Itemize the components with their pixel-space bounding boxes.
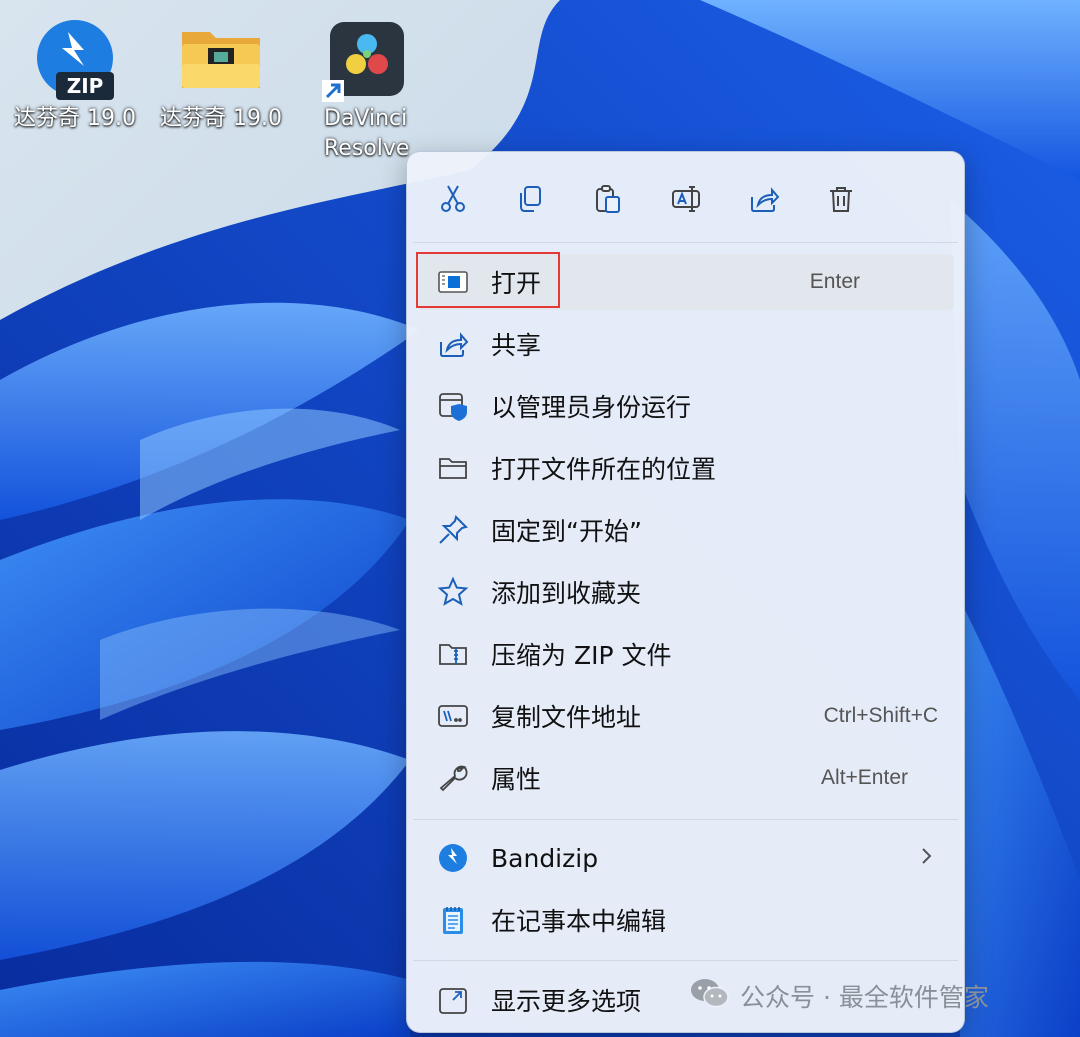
folder-icon: [435, 450, 471, 486]
pin-icon: [435, 512, 471, 548]
share-button[interactable]: [739, 174, 789, 224]
folder-icon: [178, 18, 264, 104]
menu-item-label: 压缩为 ZIP 文件: [491, 641, 672, 670]
desktop-icon-davinci[interactable]: DaVinci Resolve: [300, 18, 430, 164]
menu-item-open-file-location[interactable]: 打开文件所在的位置: [417, 440, 954, 496]
menu-item-label: 显示更多选项: [491, 987, 642, 1016]
menu-item-shortcut: Alt+Enter: [821, 766, 908, 789]
menu-item-pin-to-start[interactable]: 固定到“开始”: [417, 502, 954, 558]
more-options-icon: [435, 982, 471, 1018]
menu-item-edit-in-notepad[interactable]: 在记事本中编辑: [417, 892, 954, 948]
menu-item-label: 添加到收藏夹: [491, 579, 642, 608]
menu-item-share[interactable]: 共享: [417, 316, 954, 372]
chevron-right-icon: [920, 846, 934, 870]
annotation-highlight-box: [416, 252, 560, 308]
share-icon: [751, 187, 780, 212]
menu-item-label: 共享: [491, 331, 542, 360]
delete-icon: [830, 187, 852, 212]
menu-item-run-as-admin[interactable]: 以管理员身份运行: [417, 378, 954, 434]
desktop-icon-bandizip[interactable]: ZIP 达芬奇 19.0: [10, 18, 140, 134]
context-menu-toolbar: [407, 174, 964, 224]
menu-item-shortcut: Enter: [809, 270, 860, 293]
menu-divider: [413, 242, 958, 243]
menu-item-bandizip[interactable]: Bandizip: [417, 830, 954, 886]
menu-item-label: 属性: [491, 765, 542, 794]
menu-divider: [413, 819, 958, 820]
copy-button[interactable]: [505, 174, 555, 224]
menu-item-shortcut: Ctrl+Shift+C: [823, 704, 938, 727]
wechat-icon: [690, 976, 730, 1016]
menu-item-label: 在记事本中编辑: [491, 907, 667, 936]
menu-item-properties[interactable]: 属性 Alt+Enter: [417, 750, 954, 806]
svg-text:ZIP: ZIP: [67, 74, 104, 98]
share-icon: [435, 326, 471, 362]
menu-item-label: 固定到“开始”: [491, 517, 642, 546]
bandizip-icon: [435, 840, 471, 876]
paste-icon: [596, 185, 620, 213]
wrench-icon: [435, 760, 471, 796]
desktop-icon-label: 达芬奇 19.0: [14, 106, 136, 131]
menu-item-label: Bandizip: [491, 843, 599, 873]
watermark: 公众号 · 最全软件管家: [690, 978, 989, 1014]
menu-item-label: 以管理员身份运行: [491, 393, 692, 422]
paste-button[interactable]: [583, 174, 633, 224]
davinci-resolve-icon: [322, 18, 408, 104]
desktop-icon-folder[interactable]: 达芬奇 19.0: [156, 18, 286, 134]
watermark-text: 公众号 · 最全软件管家: [740, 983, 989, 1012]
zip-folder-icon: [435, 636, 471, 672]
bandizip-zip-icon: ZIP: [32, 18, 118, 104]
star-icon: [435, 574, 471, 610]
copy-icon: [520, 186, 541, 212]
rename-button[interactable]: [661, 174, 711, 224]
notepad-icon: [435, 902, 471, 938]
menu-item-copy-as-path[interactable]: 复制文件地址 Ctrl+Shift+C: [417, 688, 954, 744]
menu-item-add-to-favorites[interactable]: 添加到收藏夹: [417, 564, 954, 620]
desktop-icon-label: 达芬奇 19.0: [160, 106, 282, 131]
cut-icon: [441, 185, 465, 212]
delete-button[interactable]: [816, 174, 866, 224]
menu-item-compress-zip[interactable]: 压缩为 ZIP 文件: [417, 626, 954, 682]
menu-divider: [413, 960, 958, 961]
menu-item-label: 打开文件所在的位置: [491, 455, 717, 484]
menu-item-label: 复制文件地址: [491, 703, 642, 732]
rename-icon: [672, 186, 700, 212]
admin-shield-icon: [435, 388, 471, 424]
copy-path-icon: [435, 698, 471, 734]
cut-button[interactable]: [428, 174, 478, 224]
